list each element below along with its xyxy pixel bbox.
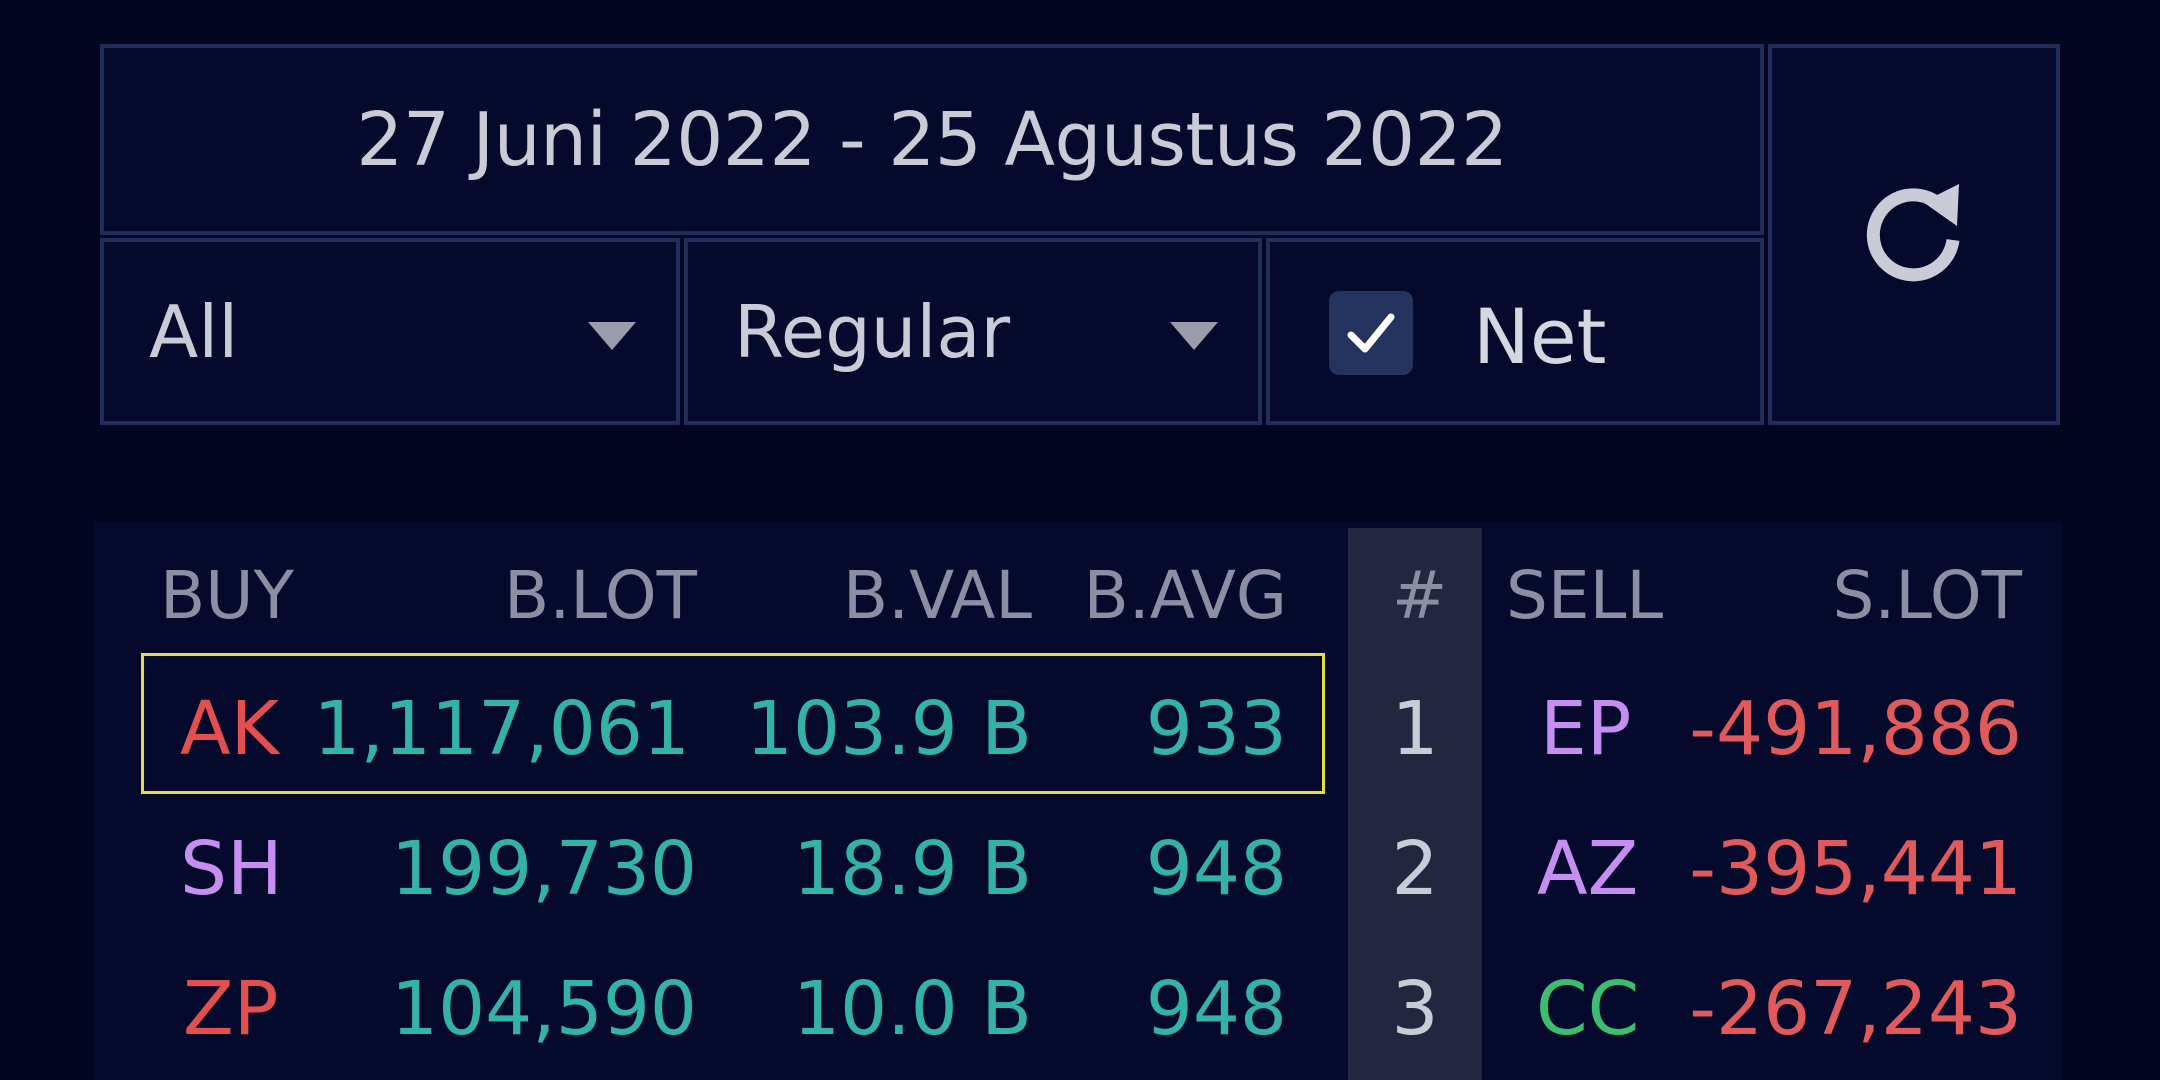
buy-value: 10.0 B	[792, 966, 1032, 1052]
rank-number: 1	[1391, 686, 1439, 772]
date-range-picker[interactable]: 27 Juni 2022 - 25 Agustus 2022	[100, 44, 1764, 235]
sell-broker[interactable]: EP	[1540, 692, 1631, 766]
buy-broker[interactable]: SH	[180, 832, 283, 906]
market-value: Regular	[734, 289, 1011, 374]
chevron-down-icon	[588, 322, 636, 350]
sell-lot: -395,441	[1689, 826, 2022, 912]
net-checkbox[interactable]	[1329, 291, 1413, 375]
buy-lot: 104,590	[390, 966, 697, 1052]
buy-value: 18.9 B	[792, 826, 1032, 912]
market-dropdown[interactable]: Regular	[684, 238, 1262, 425]
header-rank: #	[1392, 557, 1448, 634]
buy-average: 948	[1145, 966, 1287, 1052]
buy-broker[interactable]: ZP	[183, 972, 278, 1046]
refresh-icon	[1859, 178, 1969, 292]
broker-summary-widget: 27 Juni 2022 - 25 Agustus 2022 All Regul…	[0, 0, 2160, 1080]
sell-lot: -267,243	[1689, 966, 2022, 1052]
header-buy-average: B.AVG	[1083, 557, 1287, 634]
check-icon	[1347, 313, 1395, 353]
refresh-button[interactable]	[1768, 44, 2060, 425]
header-buy-value: B.VAL	[842, 557, 1032, 634]
sell-broker[interactable]: AZ	[1537, 832, 1638, 906]
header-buy: BUY	[160, 557, 294, 634]
selected-row-highlight	[141, 653, 1325, 794]
net-label: Net	[1473, 292, 1607, 381]
buy-lot: 199,730	[390, 826, 697, 912]
rank-number: 2	[1391, 826, 1439, 912]
investor-type-value: All	[149, 289, 239, 374]
investor-type-dropdown[interactable]: All	[100, 238, 680, 425]
sell-broker[interactable]: CC	[1536, 972, 1639, 1046]
header-buy-lot: B.LOT	[504, 557, 697, 634]
header-sell: SELL	[1506, 557, 1664, 634]
sell-lot: -491,886	[1689, 686, 2022, 772]
rank-number: 3	[1391, 966, 1439, 1052]
net-toggle[interactable]: Net	[1266, 238, 1764, 425]
chevron-down-icon	[1170, 322, 1218, 350]
buy-average: 948	[1145, 826, 1287, 912]
date-range-text: 27 Juni 2022 - 25 Agustus 2022	[356, 96, 1508, 183]
header-sell-lot: S.LOT	[1832, 557, 2022, 634]
